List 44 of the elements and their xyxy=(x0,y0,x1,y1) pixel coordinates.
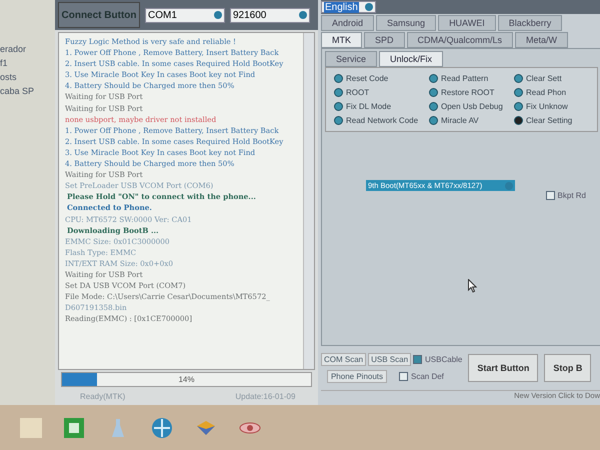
status-text: Ready(MTK) xyxy=(80,392,126,400)
checkbox[interactable]: Bkpt Rd xyxy=(546,191,586,200)
status-text: Update:16-01-09 xyxy=(235,392,296,400)
desktop-label: osts xyxy=(0,72,18,82)
tab[interactable]: MTK xyxy=(321,32,362,48)
radio-option[interactable]: Fix DL Mode xyxy=(334,102,419,111)
desktop-label: f1 xyxy=(0,58,9,68)
scan-button[interactable]: COM Scan xyxy=(321,353,366,366)
language-select[interactable]: English xyxy=(321,1,376,13)
radio-option[interactable]: Reset Code xyxy=(334,74,419,83)
tab[interactable]: Meta/W xyxy=(515,32,568,48)
radio-option[interactable]: Clear Setting xyxy=(514,116,589,125)
radio-option[interactable]: ROOT xyxy=(334,88,419,97)
desktop-label: erador xyxy=(0,44,28,54)
radio-option[interactable]: Fix Unknow xyxy=(514,102,589,111)
tab[interactable]: Blackberry xyxy=(498,15,562,31)
radio-option[interactable]: Read Network Code xyxy=(334,116,419,125)
mouse-cursor-icon xyxy=(468,279,477,293)
globe-icon[interactable] xyxy=(150,416,174,440)
tab[interactable]: HUAWEI xyxy=(438,15,496,31)
radio-option[interactable]: Miracle AV xyxy=(429,116,504,125)
start-button[interactable]: Start Button xyxy=(468,354,538,382)
tab[interactable]: Service xyxy=(325,51,378,67)
pinouts-button[interactable]: Phone Pinouts xyxy=(327,370,387,383)
progress-label: 14% xyxy=(178,375,194,384)
radio-option[interactable]: Open Usb Debug xyxy=(429,102,504,111)
baud-select[interactable]: 921600 xyxy=(230,8,310,22)
store-icon[interactable] xyxy=(62,416,86,440)
tab[interactable]: CDMA/Qualcomm/Ls xyxy=(406,32,514,48)
radio-option[interactable]: Clear Sett xyxy=(514,74,589,83)
scan-button[interactable]: USB Scan xyxy=(368,353,412,366)
radio-option[interactable]: Read Pattern xyxy=(429,74,504,83)
tab[interactable]: Unlock/Fix xyxy=(379,51,444,67)
stop-button[interactable]: Stop B xyxy=(544,354,592,382)
tab[interactable]: SPD xyxy=(364,32,405,48)
port-select[interactable]: COM1 xyxy=(145,8,225,22)
checkbox[interactable]: USBCable xyxy=(413,355,462,364)
checkbox[interactable]: Scan Def xyxy=(399,372,444,381)
radio-option[interactable]: Read Phon xyxy=(514,88,589,97)
tab[interactable]: Samsung xyxy=(376,15,436,31)
desktop-label: caba SP xyxy=(0,86,36,96)
radio-option[interactable]: Restore ROOT xyxy=(429,88,504,97)
tab[interactable]: Android xyxy=(321,15,374,31)
scrollbar[interactable] xyxy=(303,33,314,369)
